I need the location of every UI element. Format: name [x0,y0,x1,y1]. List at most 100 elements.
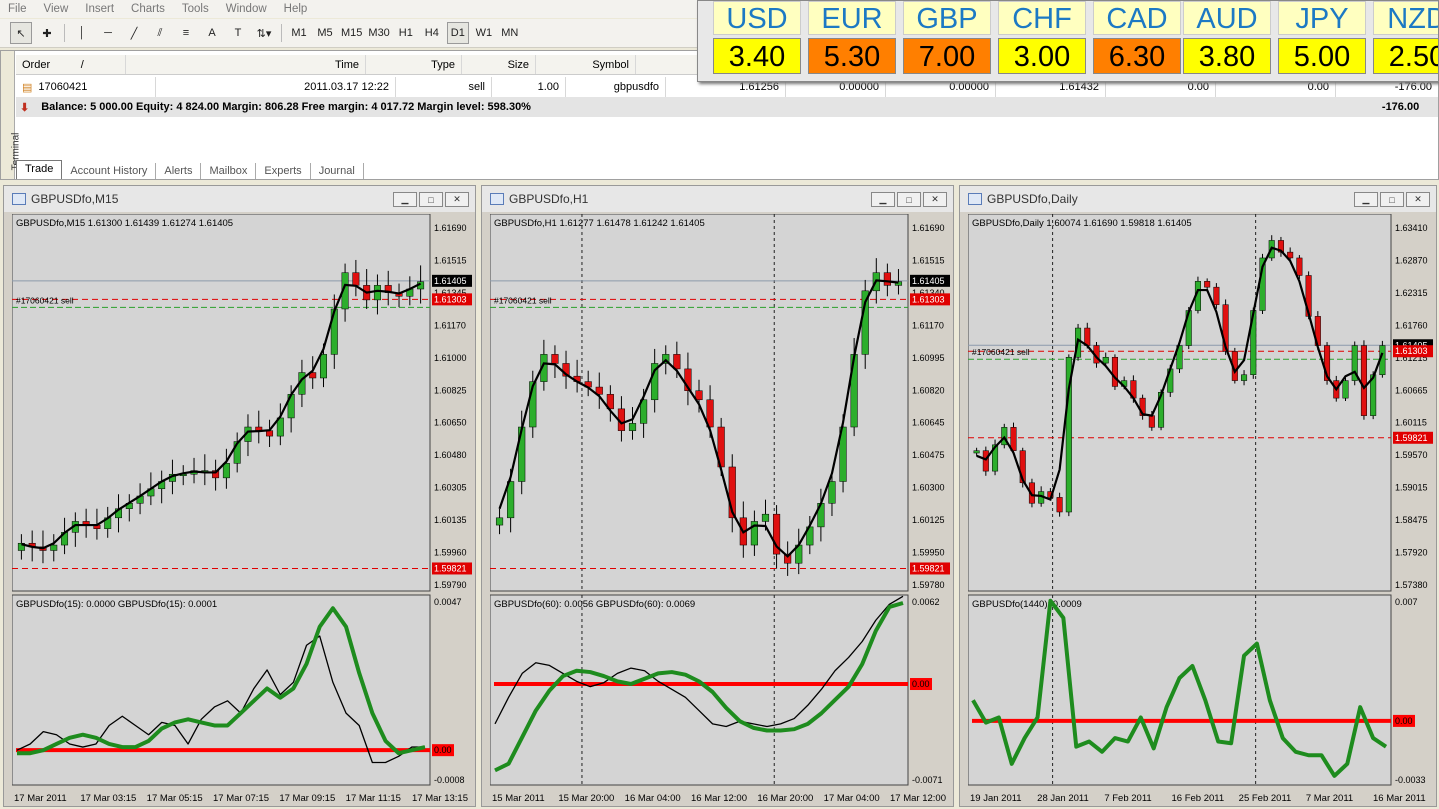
candle-body [373,285,381,301]
period-m1-button[interactable]: M1 [288,22,310,44]
currency-name: CHF [998,1,1086,35]
balance-summary: Balance: 5 000.00 Equity: 4 824.00 Margi… [41,101,531,113]
column-header-time[interactable]: Time [126,55,366,74]
tab-account-history[interactable]: Account History [62,163,157,179]
price-tick-label: 1.60480 [434,450,467,460]
arrows-tool-icon[interactable]: ⇅▾ [253,22,275,44]
equidistant-channel-tool-icon[interactable]: ⫽ [149,22,171,44]
period-d1-button[interactable]: D1 [446,22,469,44]
currency-eur: EUR 5.30 [808,1,896,74]
currency-value: 5.30 [808,38,896,74]
minimize-icon[interactable]: ▁ [871,192,895,207]
currency-value: 3.00 [998,38,1086,74]
column-header-size[interactable]: Size [462,55,536,74]
close-icon[interactable]: ✕ [445,192,469,207]
time-axis-label: 28 Jan 2011 [1037,793,1089,804]
price-tick-label: 1.61170 [434,320,466,330]
candle-body [222,463,230,479]
period-w1-button[interactable]: W1 [473,22,495,44]
period-h4-button[interactable]: H4 [421,22,443,44]
horizontal-line-tool-icon[interactable]: ─ [97,22,119,44]
chart-window-icon [968,193,982,205]
menu-help[interactable]: Help [276,3,317,15]
chart-canvas[interactable]: GBPUSDfo,M15 1.61300 1.61439 1.61274 1.6… [12,214,474,806]
price-tick-label: 1.61690 [434,223,467,233]
candle-body [320,354,327,379]
currency-name: JPY [1278,1,1366,35]
currency-value: 6.30 [1093,38,1181,74]
time-axis-label: 25 Feb 2011 [1239,793,1292,804]
candle-body [1148,415,1155,428]
indicator-info-label: GBPUSDfo(15): 0.0000 GBPUSDfo(15): 0.000… [16,599,217,610]
indicator-plot-area [12,594,431,786]
currency-gbp: GBP 7.00 [903,1,991,74]
time-axis-label: 17 Mar 05:15 [147,793,203,804]
restore-icon[interactable]: □ [1380,192,1404,207]
minimize-icon[interactable]: ▁ [393,192,417,207]
chart-title-bar[interactable]: GBPUSDfo,Daily ▁ □ ✕ [960,186,1436,212]
text-label-tool-icon[interactable]: T [227,22,249,44]
chart-canvas[interactable]: GBPUSDfo,Daily 1.60074 1.61690 1.59818 1… [968,214,1435,806]
zero-level-label: 0.00 [912,679,930,689]
currency-value: 5.00 [1278,38,1366,74]
chart-title-bar[interactable]: GBPUSDfo,H1 ▁ □ ✕ [482,186,953,212]
chart-window-daily[interactable]: GBPUSDfo,Daily ▁ □ ✕ GBPUSDfo,Daily 1.6007… [959,185,1437,807]
price-tick-label: 1.60665 [1395,385,1428,395]
period-h1-button[interactable]: H1 [395,22,417,44]
fibonacci-tool-icon[interactable]: ≡ [175,22,197,44]
tab-journal[interactable]: Journal [311,163,364,179]
tab-mailbox[interactable]: Mailbox [201,163,257,179]
time-axis-label: 7 Feb 2011 [1104,793,1151,804]
candle-body [1084,327,1091,346]
time-axis-label: 17 Mar 03:15 [80,793,136,804]
indicator-info-label: GBPUSDfo(60): 0.0056 GBPUSDfo(60): 0.006… [494,599,695,610]
candle-body [1241,374,1248,381]
candle-body [495,517,504,526]
price-tick-label: 1.60645 [912,418,945,428]
zero-level-label: 0.00 [1395,716,1413,726]
period-m5-button[interactable]: M5 [314,22,336,44]
cursor-tool-icon[interactable]: ↖ [10,22,32,44]
candle-body [673,354,681,370]
indicator-tick-label: 0.007 [1395,597,1418,607]
time-axis-label: 17 Mar 13:15 [412,793,468,804]
close-icon[interactable]: ✕ [923,192,947,207]
crosshair-tool-icon[interactable]: ✚ [36,22,58,44]
close-icon[interactable]: ✕ [1406,192,1430,207]
price-tick-label: 1.60995 [912,353,945,363]
time-axis-label: 7 Mar 2011 [1306,793,1353,804]
chart-title-bar[interactable]: GBPUSDfo,M15 ▁ □ ✕ [4,186,475,212]
menu-file[interactable]: File [0,3,36,15]
order-time-cell: 2011.03.17 12:22 [156,77,396,97]
stop-loss-price-label: 1.59821 [1395,433,1428,443]
menu-tools[interactable]: Tools [174,3,218,15]
order-label: #17060421 sell [972,347,1030,357]
restore-icon[interactable]: □ [897,192,921,207]
candle-body [1102,356,1109,364]
candle-body [883,272,891,286]
period-m30-button[interactable]: M30 [367,22,390,44]
candle-body [1360,345,1367,416]
tab-experts[interactable]: Experts [256,163,311,179]
price-tick-label: 1.60135 [434,515,467,525]
trendline-tool-icon[interactable]: ╱ [123,22,145,44]
period-m15-button[interactable]: M15 [340,22,363,44]
tab-alerts[interactable]: Alerts [156,163,202,179]
chart-canvas[interactable]: GBPUSDfo,H1 1.61277 1.61478 1.61242 1.61… [490,214,952,806]
chart-window-h1[interactable]: GBPUSDfo,H1 ▁ □ ✕ GBPUSDfo,H1 1.61277 1.61… [481,185,954,807]
menu-charts[interactable]: Charts [123,3,174,15]
chart-window-m15[interactable]: GBPUSDfo,M15 ▁ □ ✕ GBPUSDfo,M15 1.61300 1.… [3,185,476,807]
tab-trade[interactable]: Trade [16,160,63,179]
column-header-type[interactable]: Type [366,55,462,74]
menu-view[interactable]: View [36,3,78,15]
menu-insert[interactable]: Insert [77,3,123,15]
vertical-line-tool-icon[interactable]: │ [71,22,93,44]
minimize-icon[interactable]: ▁ [1354,192,1378,207]
column-header-order[interactable]: Order / [16,55,126,74]
menu-window[interactable]: Window [218,3,276,15]
text-tool-icon[interactable]: A [201,22,223,44]
column-header-symbol[interactable]: Symbol [536,55,636,74]
period-mn-button[interactable]: MN [499,22,521,44]
price-tick-label: 1.61000 [434,353,467,363]
restore-icon[interactable]: □ [419,192,443,207]
